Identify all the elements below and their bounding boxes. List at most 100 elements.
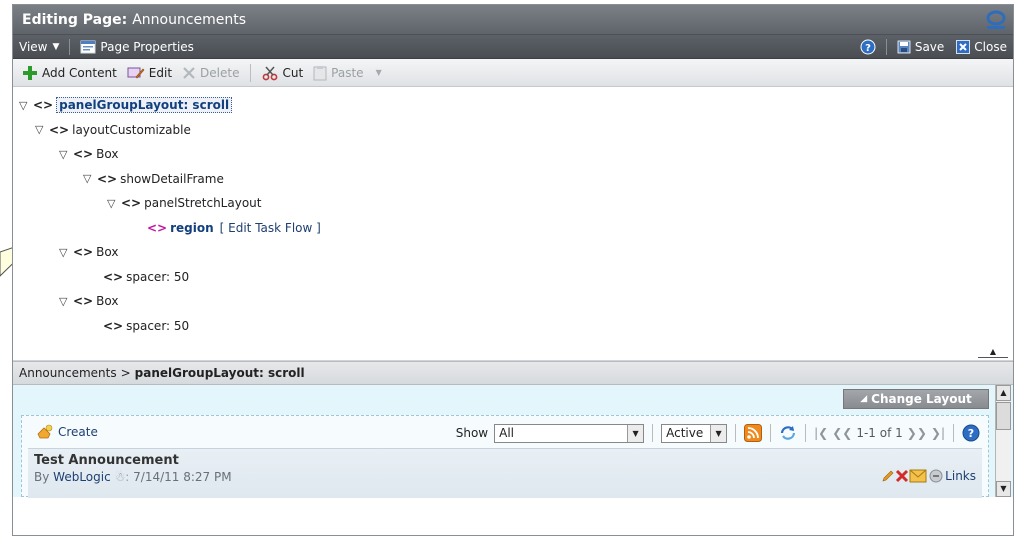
view-menu-label: View: [19, 39, 48, 54]
tree-node-label: showDetailFrame: [120, 171, 224, 186]
oracle-logo-icon: [986, 10, 1006, 29]
breadcrumb-root[interactable]: Announcements: [19, 366, 117, 380]
svg-text:?: ?: [968, 427, 974, 440]
tree-node[interactable]: ▽ <> panelStretchLayout: [19, 191, 1013, 216]
region-tag-icon: <>: [147, 220, 168, 235]
toolbar-separator: [770, 424, 772, 442]
toolbar-separator: [953, 424, 954, 442]
scroll-up-icon[interactable]: ▲: [996, 385, 1011, 401]
save-label: Save: [914, 39, 945, 54]
tree-node[interactable]: ▽ <> showDetailFrame: [19, 167, 1013, 192]
mail-icon[interactable]: [909, 469, 927, 483]
tree-node-label: spacer: 50: [126, 318, 190, 333]
save-button[interactable]: Save: [891, 35, 950, 58]
edit-pencil-icon[interactable]: [881, 469, 895, 483]
author-link[interactable]: WebLogic: [53, 470, 111, 484]
tree-node[interactable]: ▽ <> layoutCustomizable: [19, 118, 1013, 143]
dropdown-arrow-icon[interactable]: ▼: [710, 424, 727, 442]
component-tag-icon: <>: [49, 122, 70, 137]
announcements-portlet: Create Show All ▼ Active ▼ |❮ ❮❮ 1-1 of …: [21, 415, 989, 498]
collapse-toggle-icon[interactable]: ▽: [35, 123, 49, 136]
show-select[interactable]: All ▼: [494, 423, 645, 443]
component-tag-icon: <>: [103, 269, 124, 284]
delete-icon[interactable]: [895, 469, 909, 483]
collapse-toggle-icon[interactable]: ▽: [107, 197, 121, 210]
collapse-toggle-icon[interactable]: ▽: [59, 246, 73, 259]
portlet-toolbar-right: Show All ▼ Active ▼ |❮ ❮❮ 1-1 of 1 ❯❯ ❯|…: [456, 422, 980, 444]
chevron-down-icon: ▼: [52, 41, 60, 52]
announcement-actions: Links: [881, 469, 976, 483]
last-page-icon[interactable]: ❯|: [931, 426, 945, 440]
scroll-down-icon[interactable]: ▼: [996, 481, 1011, 497]
dropdown-arrow-icon[interactable]: ▼: [627, 424, 644, 442]
vertical-scrollbar[interactable]: ▲ ▼: [995, 385, 1011, 497]
tree-node[interactable]: <> region [ Edit Task Flow ]: [19, 216, 1013, 241]
component-tag-icon: <>: [121, 196, 142, 211]
announcement-date: 7/14/11 8:27 PM: [133, 470, 232, 484]
component-tag-icon: <>: [103, 318, 124, 333]
component-tag-icon: <>: [73, 147, 94, 162]
tree-node-label: panelStretchLayout: [144, 196, 262, 211]
refresh-icon[interactable]: [779, 424, 797, 442]
tree-node[interactable]: <> spacer: 50: [19, 265, 1013, 290]
menubar-separator: [885, 38, 887, 55]
component-tag-icon: <>: [97, 171, 118, 186]
edit-button[interactable]: Edit: [122, 59, 177, 86]
tree-node[interactable]: ▽ <> panelGroupLayout: scroll: [19, 93, 1013, 118]
collapse-toggle-icon[interactable]: ▽: [59, 148, 73, 161]
first-page-icon[interactable]: |❮: [814, 426, 828, 440]
add-content-label: Add Content: [42, 65, 117, 80]
close-button[interactable]: Close: [950, 35, 1013, 58]
chevron-down-icon[interactable]: ▼: [376, 68, 382, 77]
tree-node-label: layoutCustomizable: [72, 122, 191, 137]
toolbar-separator: [735, 424, 737, 442]
tree-node-label: Box: [96, 294, 119, 309]
add-content-button[interactable]: Add Content: [17, 59, 122, 86]
close-icon: [956, 39, 971, 54]
collapse-toggle-icon[interactable]: ▽: [59, 295, 73, 308]
collapse-toggle-icon[interactable]: ▽: [83, 172, 97, 185]
edit-task-flow-link[interactable]: [ Edit Task Flow ]: [220, 221, 321, 235]
next-page-icon[interactable]: ❯❯: [907, 426, 927, 440]
title-label: Editing Page:: [22, 11, 128, 28]
component-tag-icon: <>: [73, 294, 94, 309]
page-root: Editing Page: Announcements View ▼ Page …: [0, 0, 1026, 536]
page-properties-icon: [80, 40, 96, 53]
scrollbar-thumb[interactable]: [996, 402, 1011, 430]
component-tag-icon: <>: [73, 245, 94, 260]
collapse-panel-handle-icon[interactable]: ▲: [978, 348, 1008, 358]
svg-text:?: ?: [865, 43, 871, 54]
change-layout-label: Change Layout: [871, 392, 972, 406]
view-menu[interactable]: View ▼: [13, 35, 65, 58]
tree-node[interactable]: ▽ <> Box: [19, 240, 1013, 265]
page-properties-button[interactable]: Page Properties: [74, 35, 200, 58]
links-icon[interactable]: [929, 469, 943, 483]
announcement-title[interactable]: Test Announcement: [34, 453, 976, 468]
cut-label: Cut: [282, 65, 304, 80]
paste-button[interactable]: Paste ▼: [308, 59, 387, 86]
rss-icon[interactable]: [744, 424, 763, 442]
collapse-toggle-icon[interactable]: ▽: [19, 99, 33, 112]
tree-node[interactable]: <> spacer: 50: [19, 314, 1013, 339]
tree-node[interactable]: ▽ <> Box: [19, 289, 1013, 314]
tree-node[interactable]: ▽ <> Box: [19, 142, 1013, 167]
help-button[interactable]: ?: [854, 35, 882, 58]
change-layout-button[interactable]: ◢ Change Layout: [843, 389, 989, 409]
status-select[interactable]: Active ▼: [661, 423, 728, 443]
cut-button[interactable]: Cut: [257, 59, 308, 86]
status-select-value: Active: [666, 426, 704, 440]
toolbar-separator: [250, 63, 252, 82]
previous-page-icon[interactable]: ❮❮: [832, 426, 852, 440]
toolbar-separator: [805, 424, 807, 442]
delete-label: Delete: [200, 65, 240, 80]
toolbar-separator: [652, 424, 654, 442]
create-button[interactable]: Create: [36, 424, 98, 440]
user-presence-icon: ☃:: [114, 470, 130, 484]
edit-label: Edit: [148, 65, 173, 80]
menubar-right: ? Save Close: [854, 35, 1013, 58]
help-icon[interactable]: ?: [962, 424, 980, 442]
announcement-item[interactable]: Test Announcement By WebLogic ☃: 7/14/11…: [28, 448, 982, 498]
links-label[interactable]: Links: [945, 469, 976, 483]
breadcrumb-current: panelGroupLayout: scroll: [134, 366, 305, 380]
delete-button[interactable]: Delete: [177, 59, 244, 86]
